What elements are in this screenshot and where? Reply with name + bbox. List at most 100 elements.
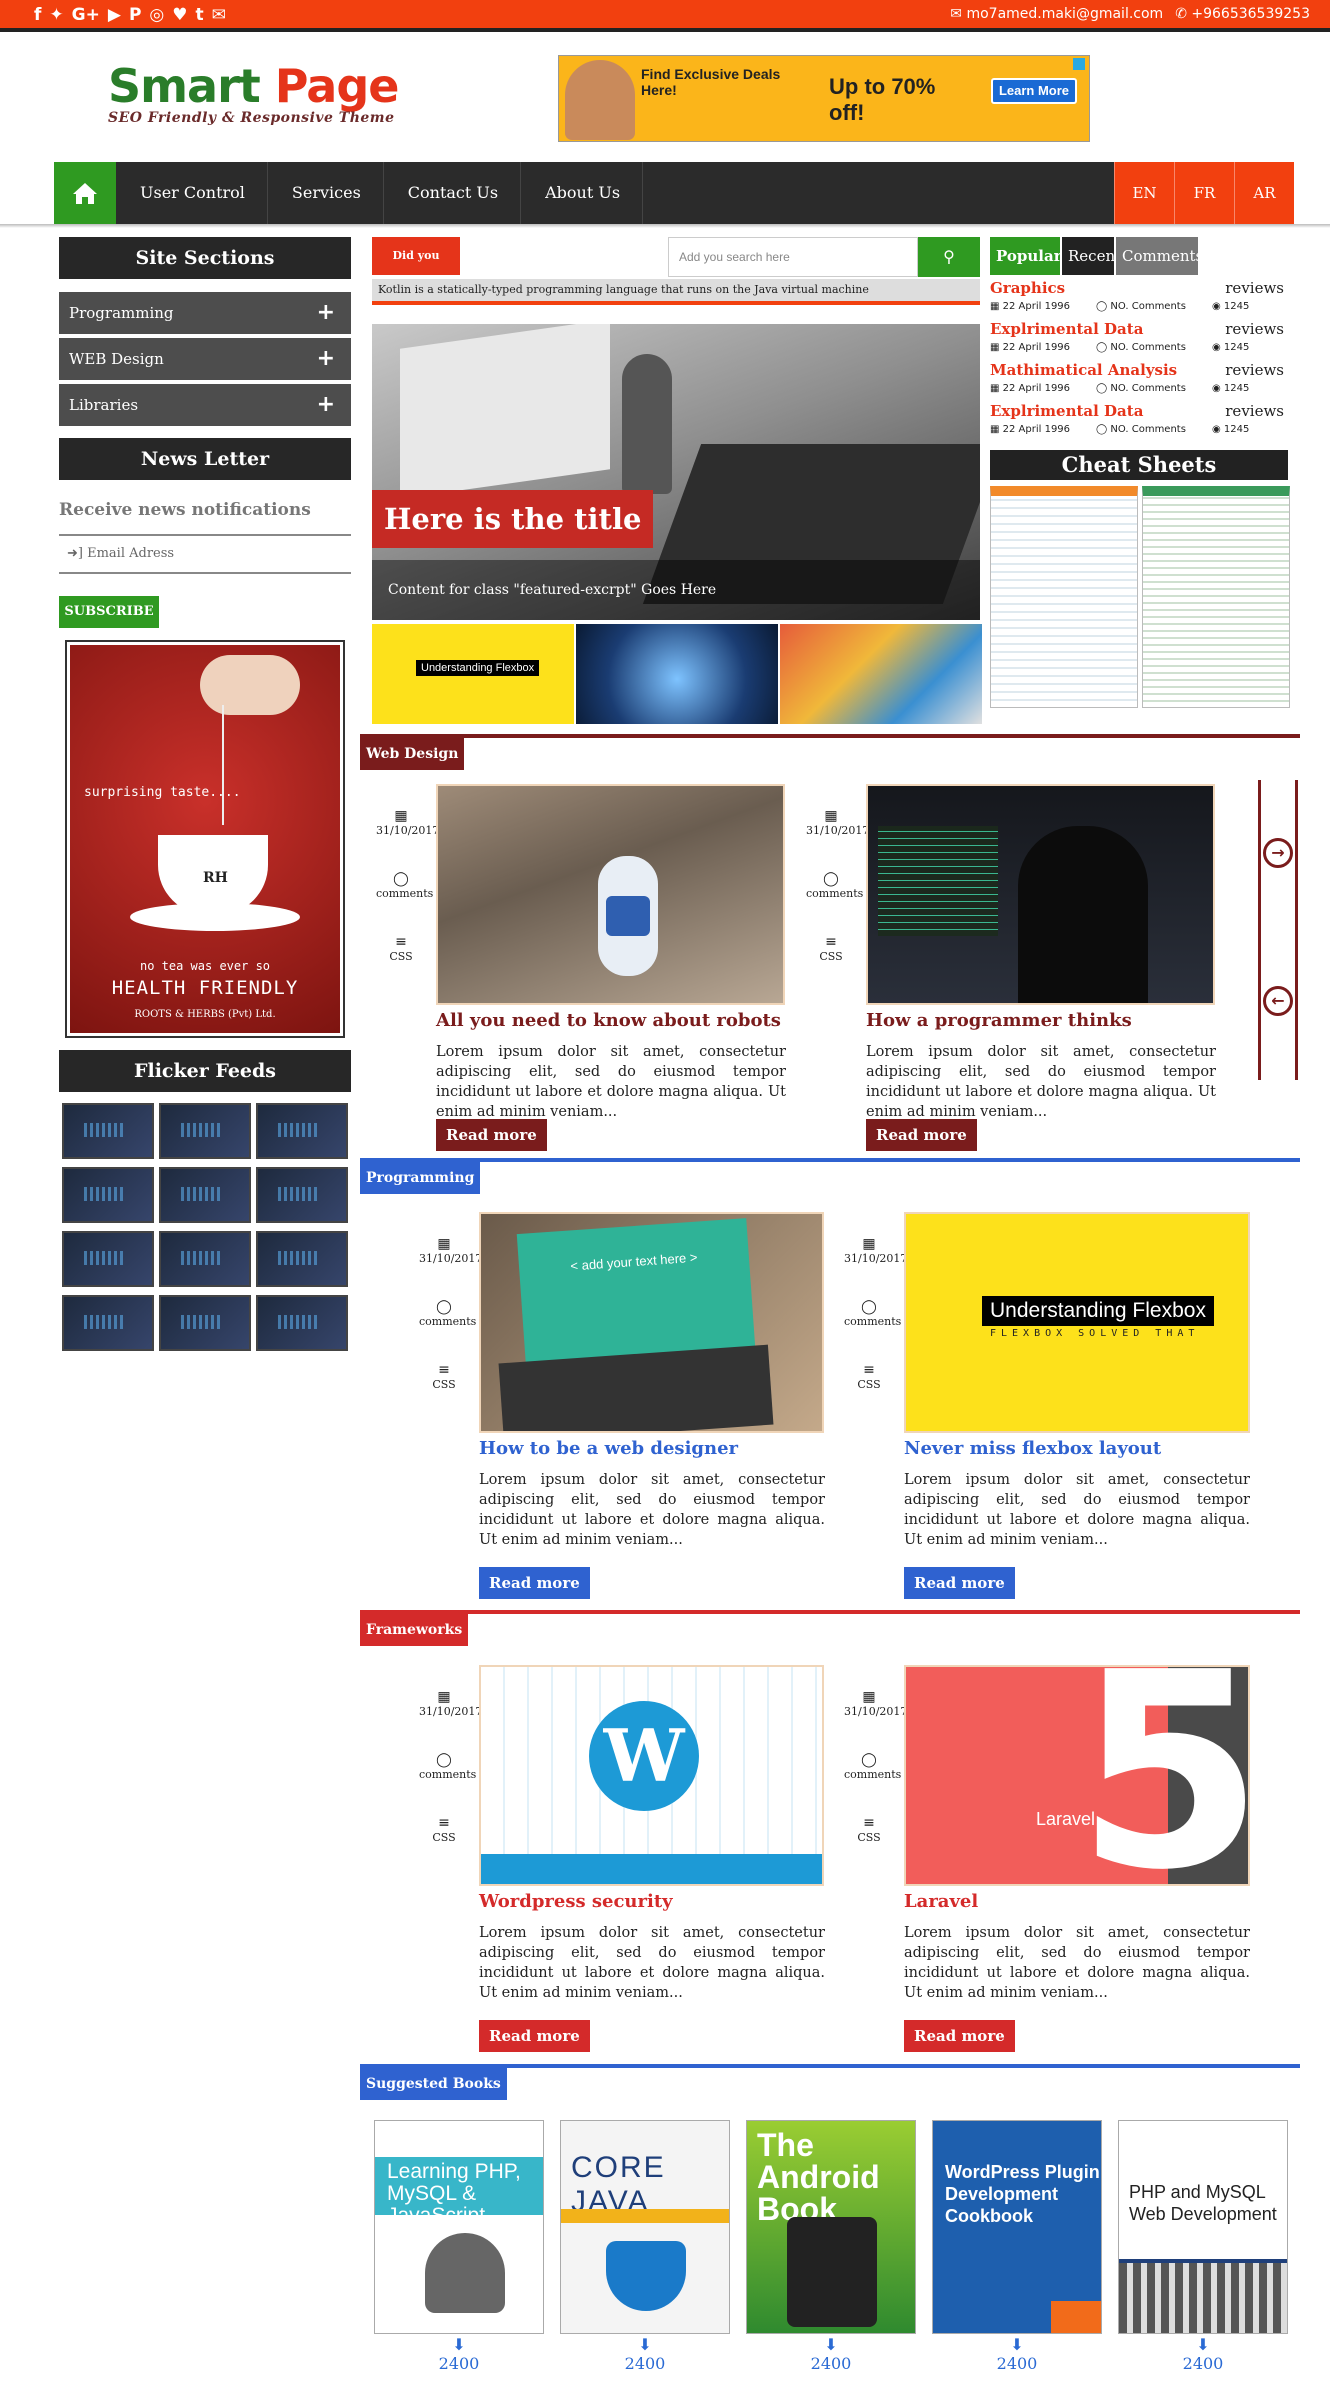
flicker-thumb[interactable] bbox=[159, 1231, 251, 1287]
download-icon[interactable]: ⬇ bbox=[746, 2336, 916, 2354]
popular-title[interactable]: Explrimental Data bbox=[990, 320, 1143, 338]
flicker-thumb[interactable] bbox=[62, 1231, 154, 1287]
post-category[interactable]: CSS bbox=[819, 950, 842, 963]
flicker-thumb[interactable] bbox=[62, 1103, 154, 1159]
flicker-thumb[interactable] bbox=[256, 1103, 348, 1159]
post-image-programmer[interactable] bbox=[866, 784, 1215, 1005]
post-category[interactable]: CSS bbox=[389, 950, 412, 963]
post-comments[interactable]: comments bbox=[419, 1315, 476, 1328]
popular-title[interactable]: Mathimatical Analysis bbox=[990, 361, 1177, 379]
ad-choices-icon[interactable] bbox=[1073, 58, 1085, 70]
post-title[interactable]: Never miss flexbox layout bbox=[904, 1438, 1161, 1459]
post-title[interactable]: Wordpress security bbox=[479, 1891, 673, 1912]
post-image-laptop[interactable]: < add your text here > bbox=[479, 1212, 824, 1433]
flicker-thumb[interactable] bbox=[256, 1295, 348, 1351]
post-image-robots[interactable] bbox=[436, 784, 785, 1005]
read-more-button[interactable]: Read more bbox=[866, 1119, 977, 1151]
post-category[interactable]: CSS bbox=[432, 1831, 455, 1844]
nav-home-button[interactable] bbox=[54, 162, 116, 224]
download-icon[interactable]: ⬇ bbox=[374, 2336, 544, 2354]
flicker-thumb[interactable] bbox=[159, 1103, 251, 1159]
book-cover[interactable]: WordPress Plugin Development Cookbook bbox=[932, 2120, 1102, 2334]
book-cover[interactable]: CORE JAVA bbox=[560, 2120, 730, 2334]
read-more-button[interactable]: Read more bbox=[904, 1567, 1015, 1599]
nav-item-services[interactable]: Services bbox=[268, 162, 384, 224]
tumblr-icon[interactable]: t bbox=[196, 4, 204, 26]
tab-comments[interactable]: Comments bbox=[1116, 237, 1203, 275]
section-tag-frameworks[interactable]: Frameworks bbox=[360, 1614, 469, 1646]
flicker-thumb[interactable] bbox=[62, 1167, 154, 1223]
facebook-icon[interactable]: f bbox=[34, 4, 41, 26]
section-tag-programming[interactable]: Programming bbox=[360, 1162, 481, 1194]
header-ad-banner[interactable]: Find Exclusive Deals Here! Up to 70% off… bbox=[558, 55, 1090, 142]
section-item-libraries[interactable]: Libraries + bbox=[59, 384, 351, 426]
site-logo[interactable]: Smart Page SEO Friendly & Responsive The… bbox=[108, 62, 399, 126]
section-tag-web-design[interactable]: Web Design bbox=[360, 738, 465, 770]
flicker-thumb[interactable] bbox=[256, 1167, 348, 1223]
post-comments[interactable]: comments bbox=[844, 1768, 901, 1781]
read-more-button[interactable]: Read more bbox=[479, 1567, 590, 1599]
thumbnail-flexbox[interactable]: Understanding Flexbox bbox=[372, 624, 574, 724]
envelope-icon[interactable]: ✉ bbox=[212, 4, 226, 26]
nav-item-user-control[interactable]: User Control bbox=[116, 162, 268, 224]
flicker-thumb[interactable] bbox=[256, 1231, 348, 1287]
slider-next-icon[interactable]: → bbox=[1263, 838, 1293, 868]
book-cover[interactable]: Learning PHP, MySQL & JavaScript bbox=[374, 2120, 544, 2334]
nav-item-about-us[interactable]: About Us bbox=[521, 162, 644, 224]
post-title[interactable]: How to be a web designer bbox=[479, 1438, 738, 1459]
plus-icon[interactable]: + bbox=[317, 338, 335, 380]
lang-ar[interactable]: AR bbox=[1234, 162, 1294, 224]
popular-title[interactable]: Graphics bbox=[990, 279, 1065, 297]
post-category[interactable]: CSS bbox=[857, 1378, 880, 1391]
popular-title[interactable]: Explrimental Data bbox=[990, 402, 1143, 420]
subscribe-button[interactable]: SUBSCRIBE bbox=[59, 596, 159, 628]
youtube-icon[interactable]: ▶ bbox=[108, 4, 121, 26]
news-ticker[interactable]: Kotlin is a statically-typed programming… bbox=[372, 279, 980, 305]
post-image-flexbox[interactable]: Understanding Flexbox FLEXBOX SOLVED THA… bbox=[904, 1212, 1250, 1433]
thumbnail-workspace[interactable] bbox=[780, 624, 982, 724]
section-item-web-design[interactable]: WEB Design + bbox=[59, 338, 351, 380]
tab-recent[interactable]: Recent bbox=[1062, 237, 1121, 275]
nav-item-contact-us[interactable]: Contact Us bbox=[384, 162, 522, 224]
heart-icon[interactable]: ♥ bbox=[172, 4, 187, 26]
twitter-icon[interactable]: ✦ bbox=[49, 4, 63, 26]
book-card[interactable]: PHP and MySQL Web Development ⬇ 2400 bbox=[1118, 2120, 1288, 2374]
ad-learn-more-button[interactable]: Learn More bbox=[991, 78, 1077, 104]
book-card[interactable]: WordPress Plugin Development Cookbook ⬇ … bbox=[932, 2120, 1102, 2374]
post-comments[interactable]: comments bbox=[806, 887, 863, 900]
popular-item[interactable]: Explrimental Data reviews ▦ 22 April 199… bbox=[990, 320, 1286, 360]
read-more-button[interactable]: Read more bbox=[904, 2020, 1015, 2052]
post-category[interactable]: CSS bbox=[432, 1378, 455, 1391]
flicker-thumb[interactable] bbox=[159, 1167, 251, 1223]
book-card[interactable]: The Android Book ⬇ 2400 bbox=[746, 2120, 916, 2374]
book-card[interactable]: CORE JAVA ⬇ 2400 bbox=[560, 2120, 730, 2374]
slider-prev-icon[interactable]: ← bbox=[1263, 986, 1293, 1016]
post-image-wordpress[interactable]: W bbox=[479, 1665, 824, 1886]
contact-phone[interactable]: +966536539253 bbox=[1191, 6, 1310, 22]
newsletter-email-field[interactable]: ➜] Email Adress bbox=[59, 534, 351, 574]
post-title[interactable]: All you need to know about robots bbox=[436, 1010, 781, 1031]
cheat-sheet-javascript[interactable] bbox=[1142, 486, 1290, 708]
popular-item[interactable]: Graphics reviews ▦ 22 April 1996 ◯ NO. Co… bbox=[990, 279, 1286, 319]
section-item-programming[interactable]: Programming + bbox=[59, 292, 351, 334]
sidebar-tea-ad[interactable]: surprising taste.... RH no tea was ever … bbox=[65, 640, 345, 1038]
plus-icon[interactable]: + bbox=[317, 292, 335, 334]
google-plus-icon[interactable]: G+ bbox=[72, 4, 100, 26]
download-icon[interactable]: ⬇ bbox=[1118, 2336, 1288, 2354]
book-cover[interactable]: PHP and MySQL Web Development bbox=[1118, 2120, 1288, 2334]
instagram-icon[interactable]: ◎ bbox=[149, 4, 164, 26]
post-title[interactable]: How a programmer thinks bbox=[866, 1010, 1132, 1031]
download-icon[interactable]: ⬇ bbox=[932, 2336, 1102, 2354]
post-comments[interactable]: comments bbox=[376, 887, 433, 900]
flicker-thumb[interactable] bbox=[62, 1295, 154, 1351]
lang-fr[interactable]: FR bbox=[1174, 162, 1234, 224]
popular-item[interactable]: Mathimatical Analysis reviews ▦ 22 April… bbox=[990, 361, 1286, 401]
tab-popular[interactable]: Popular bbox=[990, 237, 1062, 275]
contact-email[interactable]: mo7amed.maki@gmail.com bbox=[966, 6, 1163, 22]
featured-slider[interactable]: Here is the title Content for class "fea… bbox=[372, 324, 980, 620]
post-title[interactable]: Laravel bbox=[904, 1891, 978, 1912]
read-more-button[interactable]: Read more bbox=[436, 1119, 547, 1151]
post-comments[interactable]: comments bbox=[844, 1315, 901, 1328]
read-more-button[interactable]: Read more bbox=[479, 2020, 590, 2052]
post-comments[interactable]: comments bbox=[419, 1768, 476, 1781]
